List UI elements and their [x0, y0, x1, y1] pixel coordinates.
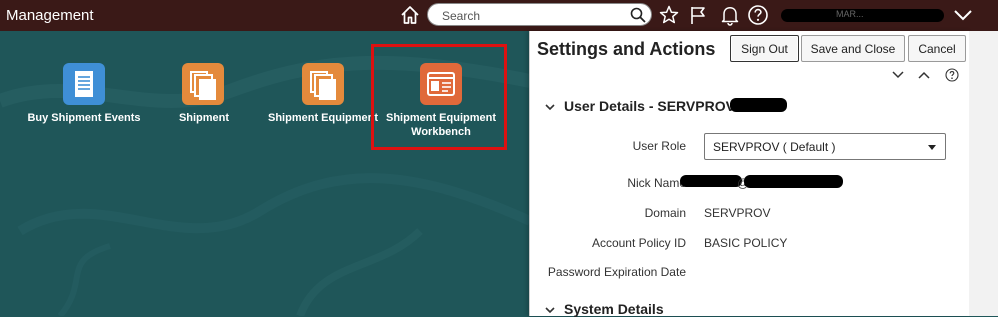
chevron-down-icon[interactable] [952, 4, 974, 26]
help-icon[interactable] [945, 68, 959, 82]
user-name: MAR... [836, 9, 864, 19]
user-role-select[interactable]: SERVPROV ( Default ) [704, 133, 946, 160]
stacked-pages-icon [302, 63, 344, 105]
panel-title: Settings and Actions [537, 39, 716, 59]
redacted-text [744, 175, 843, 188]
flag-icon[interactable] [687, 4, 709, 26]
section-system-details[interactable]: System Details [544, 301, 664, 317]
collapse-all-chevron-up-icon[interactable] [917, 68, 931, 82]
redacted-text [680, 175, 742, 187]
cancel-button[interactable]: Cancel [908, 35, 966, 62]
home-icon[interactable] [399, 4, 421, 26]
redacted-text [730, 98, 787, 112]
account-policy-label: Account Policy ID [591, 236, 686, 250]
chevron-down-icon[interactable] [544, 102, 556, 112]
chevron-down-icon[interactable] [544, 305, 556, 315]
document-icon [63, 63, 105, 105]
tile-label: Buy Shipment Events [27, 112, 141, 124]
tile-label: Shipment Equipment [268, 112, 378, 124]
section-user-details[interactable]: User Details - SERVPROV [544, 98, 735, 114]
user-role-label: User Role [632, 139, 686, 153]
settings-panel: Settings and Actions Sign Out Save and C… [529, 31, 970, 317]
favorites-star-icon[interactable] [658, 4, 680, 26]
app-title: Management [6, 7, 94, 24]
help-icon[interactable] [747, 4, 769, 26]
search-input[interactable] [440, 6, 624, 25]
tile-label: Shipment [178, 112, 230, 124]
top-bar: Management MAR... [0, 0, 998, 31]
save-and-close-button[interactable]: Save and Close [801, 35, 905, 62]
dropdown-arrow-icon[interactable] [928, 145, 936, 150]
scrollbar[interactable] [969, 31, 998, 316]
stacked-pages-icon [182, 63, 224, 105]
domain-value: SERVPROV [704, 206, 771, 220]
sign-out-button[interactable]: Sign Out [730, 35, 799, 62]
domain-label: Domain [644, 206, 686, 220]
account-policy-value: BASIC POLICY [704, 236, 788, 250]
section-title: User Details - SERVPROV [564, 98, 735, 114]
password-expiration-label: Password Expiration Date [547, 265, 686, 279]
highlight-box [371, 44, 507, 150]
search-box[interactable] [427, 3, 652, 26]
notifications-bell-icon[interactable] [719, 4, 741, 26]
nick-name-label: Nick Name [627, 176, 686, 190]
search-icon[interactable] [629, 6, 647, 24]
user-role-value: SERVPROV ( Default ) [713, 140, 836, 154]
expand-all-chevron-down-icon[interactable] [891, 68, 905, 82]
section-title: System Details [564, 301, 664, 317]
